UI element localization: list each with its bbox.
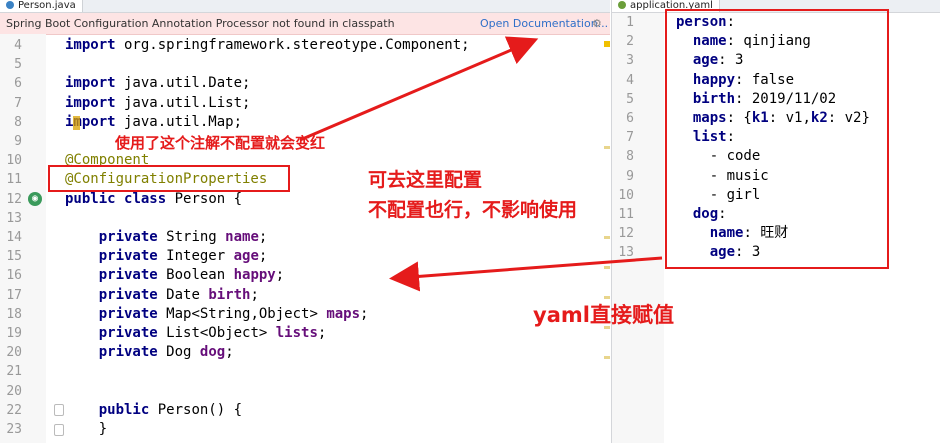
line-number: 20 (6, 345, 22, 361)
tab-label: Person.java (18, 0, 76, 11)
error-stripe[interactable] (604, 36, 610, 436)
line-number: 10 (6, 153, 22, 169)
yaml-line-number: 3 (626, 53, 634, 69)
code-line[interactable]: import java.util.List; (65, 94, 250, 113)
stripe-mark[interactable] (604, 236, 610, 239)
line-number: 8 (14, 114, 22, 130)
line-number: 23 (6, 422, 22, 437)
fold-marker-icon[interactable] (54, 404, 64, 416)
code-line[interactable]: private String name; (65, 228, 268, 247)
code-line[interactable]: import java.util.Date; (65, 74, 250, 93)
line-number: 16 (6, 268, 22, 284)
arrow-to-banner (299, 36, 539, 142)
code-line[interactable]: private Integer age; (65, 247, 268, 266)
yaml-line-number: 9 (626, 168, 634, 184)
stripe-mark[interactable] (604, 146, 610, 149)
line-number: 18 (6, 306, 22, 322)
line-number: 22 (6, 402, 22, 418)
line-number: 12 (6, 191, 22, 207)
code-line[interactable]: import java.util.Map; (65, 113, 242, 132)
code-line[interactable]: private Dog dog; (65, 343, 234, 362)
code-line[interactable]: private Map<String,Object> maps; (65, 305, 369, 324)
yaml-line-number: 1 (626, 15, 634, 30)
code-line[interactable]: } (65, 420, 107, 439)
line-number: 6 (14, 76, 22, 92)
yaml-line-number: 6 (626, 111, 634, 126)
open-documentation-link[interactable]: Open Documentation... (480, 13, 608, 34)
yaml-highlight-box (665, 9, 889, 269)
warning-mark[interactable] (604, 41, 610, 47)
yaml-line-number: 10 (618, 187, 634, 203)
line-number: 5 (14, 57, 22, 73)
code-line[interactable]: private Boolean happy; (65, 266, 284, 285)
line-number: 21 (6, 364, 22, 380)
yaml-line-number: 11 (618, 207, 634, 222)
spring-bean-icon[interactable]: ◉ (28, 192, 42, 206)
code-line[interactable]: private List<Object> lists; (65, 324, 327, 343)
line-number: 7 (14, 95, 22, 111)
intention-bulb-icon[interactable] (73, 116, 80, 130)
yaml-line-number: 4 (626, 72, 634, 88)
yaml-line-number: 5 (626, 91, 634, 107)
line-number: 19 (6, 326, 22, 341)
yaml-note: yaml直接赋值 (533, 303, 674, 327)
line-number: 4 (14, 38, 22, 53)
left-tab-bar: Person.java (0, 0, 610, 13)
red-note: 使用了这个注解不配置就会变红 (115, 134, 326, 152)
yaml-line-number: 12 (618, 226, 634, 242)
code-line[interactable]: import org.springframework.stereotype.Co… (65, 36, 470, 55)
gear-icon[interactable]: ⚙ (592, 13, 602, 34)
config-note-2: 不配置也行，不影响使用 (368, 199, 578, 221)
yaml-line-number: 7 (626, 130, 634, 146)
config-note-1: 可去这里配置 (368, 169, 483, 191)
code-line[interactable]: public class Person { (65, 190, 242, 209)
banner-message: Spring Boot Configuration Annotation Pro… (6, 17, 395, 30)
fold-marker-icon[interactable] (54, 424, 64, 436)
line-number: 15 (6, 249, 22, 265)
yaml-line-number: 8 (626, 149, 634, 165)
stripe-mark[interactable] (604, 356, 610, 359)
line-number: 13 (6, 210, 22, 226)
yaml-line-number: 2 (626, 34, 634, 50)
yaml-file-icon (618, 1, 626, 9)
line-number: 20 (6, 383, 22, 399)
code-line[interactable]: public Person() { (65, 401, 242, 420)
stripe-mark[interactable] (604, 266, 610, 269)
notification-banner: Spring Boot Configuration Annotation Pro… (0, 13, 610, 35)
code-line[interactable]: private Date birth; (65, 286, 259, 305)
line-number: 14 (6, 230, 22, 245)
line-number: 11 (6, 172, 22, 188)
annotation-highlight-box (48, 165, 290, 192)
line-number: 17 (6, 287, 22, 303)
line-number: 9 (14, 134, 22, 149)
tab-person-java[interactable]: Person.java (0, 0, 83, 12)
java-class-icon (6, 1, 14, 9)
yaml-line-number: 13 (618, 245, 634, 261)
